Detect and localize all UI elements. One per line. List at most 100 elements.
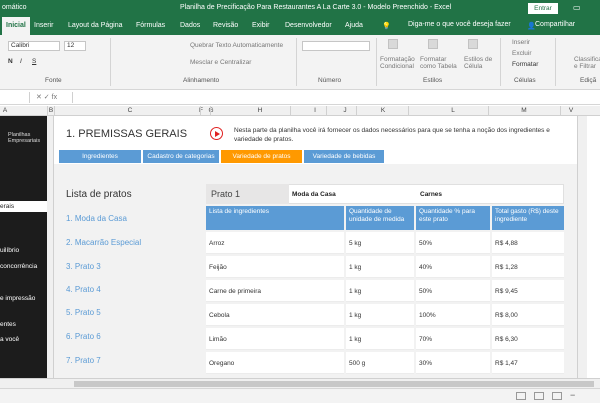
tab-desenvolvedor[interactable]: Desenvolvedor <box>285 22 332 29</box>
quantity-unit-cell[interactable]: 1 kg <box>346 280 414 302</box>
ingredient-name-cell[interactable]: Carne de primeira <box>206 280 344 302</box>
insert-cells-button[interactable]: Inserir <box>512 39 530 46</box>
tab-inicial[interactable]: Inicial <box>2 17 30 35</box>
total-cost-cell[interactable]: R$ 1,28 <box>492 256 564 278</box>
number-format-select[interactable] <box>302 41 370 51</box>
font-size-select[interactable]: 12 <box>64 41 86 51</box>
total-cost-cell[interactable]: R$ 8,00 <box>492 304 564 326</box>
format-table-icon[interactable] <box>428 39 438 49</box>
col-header[interactable]: L <box>448 107 458 114</box>
signin-button[interactable]: Entrar <box>528 3 558 14</box>
nav-item[interactable]: erais <box>0 201 47 212</box>
format-cells-button[interactable]: Formatar <box>512 61 538 68</box>
autosave-label[interactable]: omático <box>2 4 27 11</box>
quantity-unit-cell[interactable]: 500 g <box>346 352 414 374</box>
share-button[interactable]: Compartilhar <box>535 21 575 28</box>
formula-input[interactable] <box>72 92 597 103</box>
subtab-variedade-pratos[interactable]: Variedade de pratos <box>221 150 302 163</box>
bold-button[interactable]: N <box>8 58 13 65</box>
merge-center-button[interactable]: Mesclar e Centralizar <box>190 59 251 66</box>
page-layout-view-icon[interactable] <box>534 392 544 400</box>
col-header[interactable]: H <box>255 107 265 114</box>
underline-button[interactable]: S <box>32 58 36 65</box>
wrap-text-button[interactable]: Quebrar Texto Automaticamente <box>190 42 283 49</box>
ingredient-name-cell[interactable]: Limão <box>206 328 344 350</box>
col-header[interactable]: I <box>310 107 320 114</box>
quantity-percent-cell[interactable]: 100% <box>416 304 490 326</box>
tab-layout[interactable]: Layout da Página <box>68 22 123 29</box>
quantity-unit-cell[interactable]: 1 kg <box>346 304 414 326</box>
quantity-unit-cell[interactable]: 5 kg <box>346 232 414 254</box>
quantity-percent-cell[interactable]: 40% <box>416 256 490 278</box>
intro-text: Nesta parte da planilha você irá fornece… <box>234 127 550 143</box>
dish-category-cell[interactable]: Carnes <box>420 191 442 198</box>
dish-link[interactable]: 3. Prato 3 <box>66 262 101 271</box>
col-header[interactable]: K <box>378 107 388 114</box>
video-play-icon[interactable] <box>210 127 223 140</box>
quantity-percent-cell[interactable]: 70% <box>416 328 490 350</box>
tab-revisao[interactable]: Revisão <box>213 22 238 29</box>
tab-ajuda[interactable]: Ajuda <box>345 22 363 29</box>
ingredient-name-cell[interactable]: Feijão <box>206 256 344 278</box>
tab-exibir[interactable]: Exibir <box>252 22 270 29</box>
subtab-ingredientes[interactable]: Ingredientes <box>59 150 141 163</box>
delete-cells-button[interactable]: Excluir <box>512 50 532 57</box>
subtab-categorias[interactable]: Cadastro de categorias <box>143 150 219 163</box>
quantity-percent-cell[interactable]: 50% <box>416 280 490 302</box>
ingredient-name-cell[interactable]: Oregano <box>206 352 344 374</box>
formula-controls[interactable]: ✕ ✓ fx <box>36 93 57 101</box>
status-bar: − <box>0 388 600 403</box>
page-break-view-icon[interactable] <box>552 392 562 400</box>
sort-filter-button[interactable]: Classificar e Filtrar <box>574 56 600 70</box>
dish-link[interactable]: 1. Moda da Casa <box>66 214 127 223</box>
dish-link[interactable]: 5. Prato 5 <box>66 308 101 317</box>
vertical-scrollbar[interactable] <box>577 116 587 378</box>
col-header[interactable]: J <box>340 107 350 114</box>
total-cost-cell[interactable]: R$ 9,45 <box>492 280 564 302</box>
dish-link[interactable]: 4. Prato 4 <box>66 285 101 294</box>
tab-dados[interactable]: Dados <box>180 22 200 29</box>
quantity-unit-cell[interactable]: 1 kg <box>346 256 414 278</box>
ingredient-name-cell[interactable]: Arroz <box>206 232 344 254</box>
quantity-percent-cell[interactable]: 50% <box>416 232 490 254</box>
col-header[interactable]: A <box>0 107 10 114</box>
normal-view-icon[interactable] <box>516 392 526 400</box>
total-cost-cell[interactable]: R$ 1,47 <box>492 352 564 374</box>
dish-link[interactable]: 7. Prato 7 <box>66 356 101 365</box>
restore-icon[interactable]: ▭ <box>573 3 581 12</box>
total-cost-cell[interactable]: R$ 6,30 <box>492 328 564 350</box>
zoom-out-icon[interactable]: − <box>570 390 575 400</box>
italic-button[interactable]: I <box>20 58 22 65</box>
scroll-thumb[interactable] <box>74 381 594 387</box>
cell-styles-button[interactable]: Estilos de Célula <box>464 56 494 70</box>
tab-inserir[interactable]: Inserir <box>34 22 53 29</box>
dish-link[interactable]: 2. Macarrão Especial <box>66 238 141 247</box>
total-cost-cell[interactable]: R$ 4,88 <box>492 232 564 254</box>
col-header[interactable]: M <box>518 107 530 114</box>
col-header[interactable]: C <box>115 107 145 114</box>
tab-formulas[interactable]: Fórmulas <box>136 22 165 29</box>
horizontal-scrollbar[interactable] <box>0 378 600 388</box>
dish-link[interactable]: 6. Prato 6 <box>66 332 101 341</box>
col-header[interactable]: V <box>566 107 576 114</box>
dish-name-cell[interactable]: Moda da Casa <box>292 191 336 198</box>
font-name-select[interactable]: Calibri <box>8 41 60 51</box>
quantity-percent-cell[interactable]: 30% <box>416 352 490 374</box>
col-header[interactable]: F <box>196 107 206 114</box>
format-table-button[interactable]: Formatar como Tabela <box>420 56 462 70</box>
subtab-variedade-bebidas[interactable]: Variedade de bebidas <box>304 150 384 163</box>
col-header[interactable]: G <box>206 107 216 114</box>
tell-me-search[interactable]: Diga-me o que você deseja fazer <box>408 21 511 28</box>
nav-item[interactable]: entes <box>0 321 16 328</box>
ribbon-tabs: Inicial Inserir Layout da Página Fórmula… <box>0 17 600 35</box>
name-box[interactable] <box>0 92 30 103</box>
nav-item[interactable]: e impressão <box>0 295 35 302</box>
cell-styles-icon[interactable] <box>468 39 478 49</box>
nav-item[interactable]: concorrência <box>0 263 37 270</box>
nav-item[interactable]: uilíbrio <box>0 247 19 254</box>
conditional-format-icon[interactable] <box>388 39 398 49</box>
quantity-unit-cell[interactable]: 1 kg <box>346 328 414 350</box>
ingredient-name-cell[interactable]: Cebola <box>206 304 344 326</box>
conditional-format-button[interactable]: Formatação Condicional <box>380 56 420 70</box>
nav-item[interactable]: a você <box>0 336 19 343</box>
